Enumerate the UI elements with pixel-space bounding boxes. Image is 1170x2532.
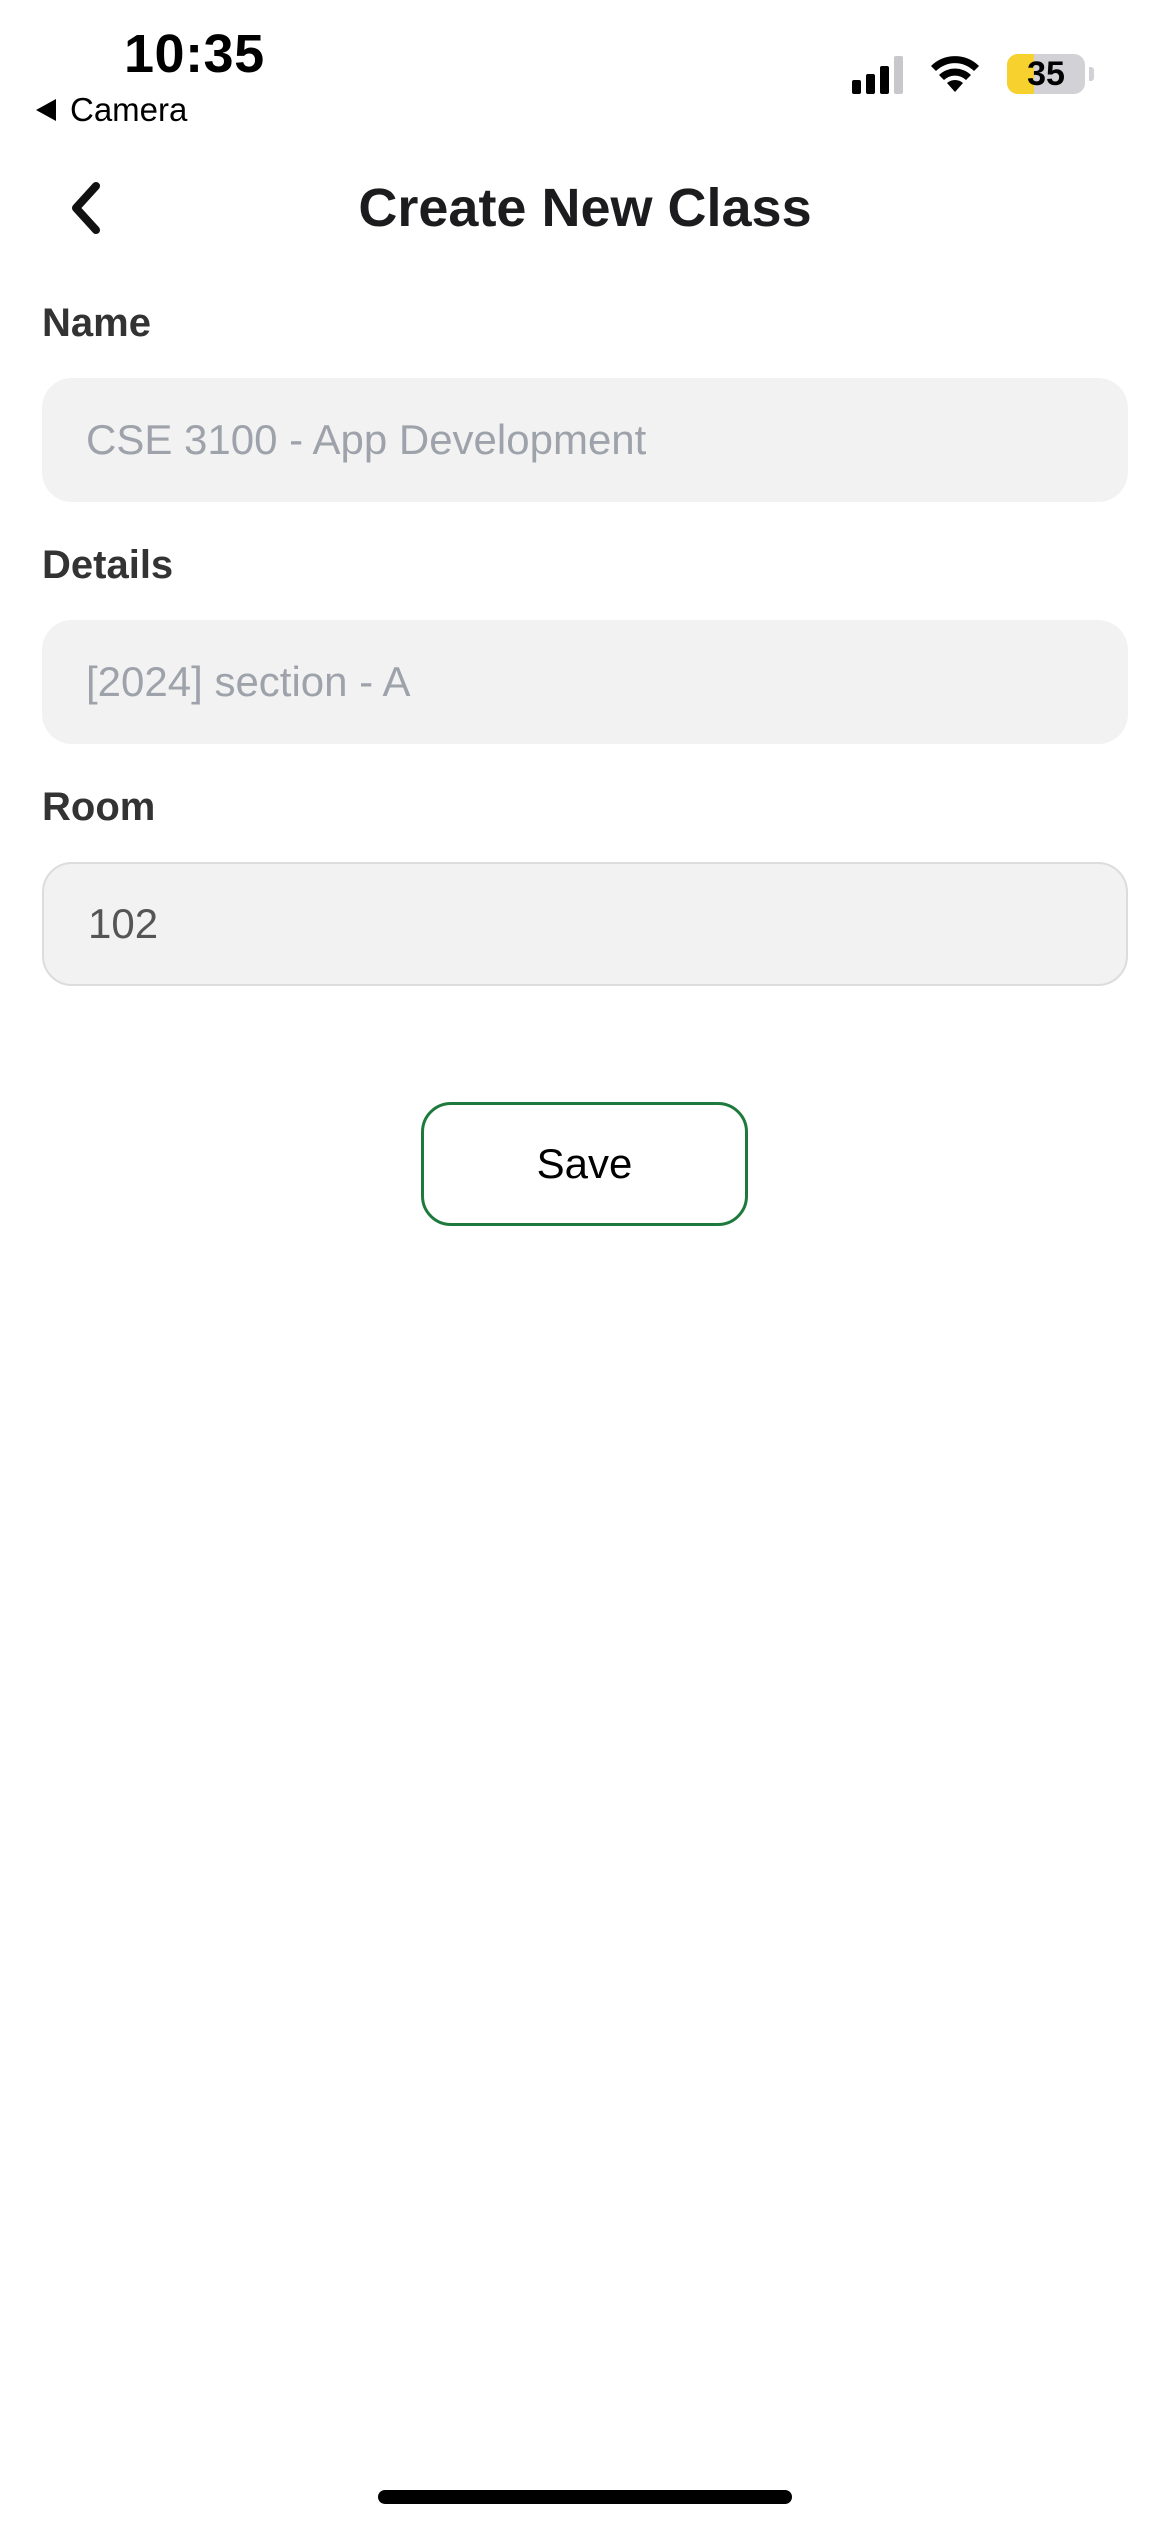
home-indicator[interactable] [378,2490,792,2504]
wifi-icon [931,56,979,92]
status-time: 10:35 [124,24,265,84]
details-label: Details [42,543,174,587]
status-back-label: Camera [70,91,188,128]
status-back-to-app[interactable]: Camera [36,90,187,130]
back-triangle-icon [36,99,56,121]
name-label: Name [42,301,151,345]
screen: 10:35 Camera 35 Create New Class Name D [0,0,1170,2532]
name-input[interactable] [42,378,1128,502]
battery-cap [1089,67,1094,81]
room-input[interactable] [42,862,1128,986]
details-input[interactable] [42,620,1128,744]
page-title: Create New Class [358,178,812,238]
room-label: Room [42,785,156,829]
battery-icon: 35 [1007,54,1085,94]
status-icons: 35 [852,54,1094,94]
nav-header: Create New Class [0,168,1170,248]
save-button[interactable]: Save [421,1102,748,1226]
cellular-signal-icon [852,54,903,94]
battery-percentage: 35 [1027,54,1065,93]
